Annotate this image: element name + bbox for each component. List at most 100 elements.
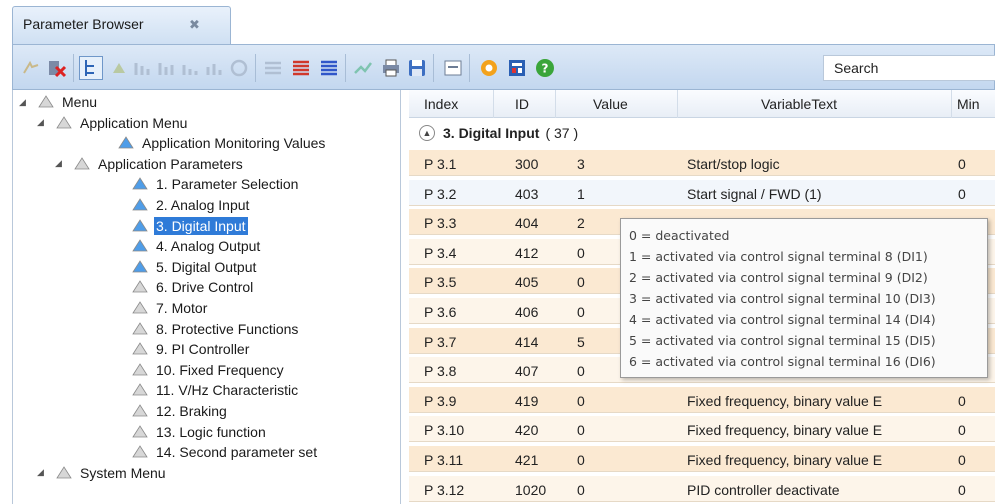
table-row[interactable]: P 3.12 1020 0 PID controller deactivate 0	[409, 475, 995, 502]
print-icon[interactable]	[379, 56, 403, 80]
group-title: 3. Digital Input	[443, 125, 540, 141]
folder-icon	[73, 155, 96, 173]
cell-text: Start/stop logic	[687, 156, 780, 172]
tree-item-label: 3. Digital Input	[154, 216, 248, 235]
tree-item[interactable]: 13. Logic function	[125, 422, 268, 442]
tree-item-label: System Menu	[80, 464, 166, 481]
close-icon[interactable]: ✖	[189, 17, 200, 33]
tree-item[interactable]: ◢ Application Parameters	[55, 154, 245, 174]
tooltip-line: 1 = activated via control signal termina…	[629, 249, 928, 264]
cell-text: Fixed frequency, binary value E	[687, 452, 883, 468]
list-gray-icon[interactable]	[261, 56, 285, 80]
folder-icon	[131, 320, 154, 338]
tree-item-label: 6. Drive Control	[156, 279, 254, 296]
tree-item[interactable]: 12. Braking	[125, 401, 229, 421]
help-icon[interactable]: ?	[533, 56, 557, 80]
window-icon[interactable]	[441, 56, 465, 80]
cell-id: 407	[515, 363, 539, 380]
cell-value: 0	[577, 304, 585, 320]
chart-icon[interactable]	[351, 56, 375, 80]
expand-arrow-icon[interactable]: ◢	[19, 97, 31, 108]
tooltip-line: 4 = activated via control signal termina…	[629, 312, 936, 327]
folder-icon	[131, 299, 154, 317]
tree-view-icon[interactable]	[79, 56, 103, 80]
refresh-icon[interactable]	[227, 56, 251, 80]
tree-item[interactable]: 3. Digital Input	[125, 216, 248, 236]
tree-item[interactable]: 9. PI Controller	[125, 339, 251, 359]
cell-min: 0	[958, 452, 966, 468]
tree-item[interactable]: 14. Second parameter set	[125, 442, 319, 462]
tree-item[interactable]: 2. Analog Input	[125, 195, 251, 215]
download-icon[interactable]	[155, 56, 179, 80]
save-icon[interactable]	[405, 56, 429, 80]
tree-item[interactable]: 7. Motor	[125, 298, 209, 318]
folder-icon	[131, 175, 154, 193]
cell-index: P 3.4	[424, 244, 457, 261]
export-icon[interactable]	[203, 56, 227, 80]
cell-index: P 3.12	[424, 481, 465, 498]
tree-item[interactable]: 8. Protective Functions	[125, 319, 300, 339]
tree-item-label: 12. Braking	[156, 403, 227, 419]
tree-item[interactable]: ◢ Menu	[19, 92, 99, 112]
search-input[interactable]: Search	[823, 55, 995, 81]
tree-item-label: 9. PI Controller	[156, 341, 250, 358]
cell-value: 0	[577, 363, 585, 380]
table-row[interactable]: P 3.9 419 0 Fixed frequency, binary value E…	[409, 386, 995, 413]
cell-id: 300	[515, 156, 539, 172]
delete-icon[interactable]	[45, 56, 69, 80]
tree-item[interactable]: 10. Fixed Frequency	[125, 360, 286, 380]
collapse-icon[interactable]: ▲	[419, 125, 435, 141]
cell-text: Start signal / FWD (1)	[687, 185, 822, 202]
table-row[interactable]: P 3.1 300 3 Start/stop logic 0	[409, 150, 995, 176]
cell-min: 0	[958, 422, 966, 439]
cell-value: 2	[577, 215, 585, 232]
folder-icon	[131, 217, 154, 235]
tree-item-label: Application Monitoring Values	[142, 135, 326, 152]
cell-value: 0	[577, 452, 585, 468]
calculator-icon[interactable]	[505, 56, 529, 80]
tree-item[interactable]: Application Monitoring Values	[99, 133, 327, 153]
tree-item[interactable]: 5. Digital Output	[125, 257, 258, 277]
cell-id: 419	[515, 392, 539, 409]
tree-item-label: 7. Motor	[156, 300, 208, 316]
tree-panel: ◢ Menu ◢ Application Menu Application Monito…	[12, 90, 401, 504]
col-id[interactable]: ID	[515, 96, 529, 112]
tree-item-label: Application Parameters	[98, 155, 243, 172]
col-variabletext[interactable]: VariableText	[761, 96, 837, 112]
group-header[interactable]: ▲ 3. Digital Input ( 37 )	[409, 120, 995, 146]
tree-item[interactable]: 11. V/Hz Characteristic	[125, 380, 300, 400]
table-row[interactable]: P 3.2 403 1 Start signal / FWD (1) 0	[409, 179, 995, 206]
arrow-icon[interactable]	[19, 56, 43, 80]
settings-icon[interactable]	[477, 56, 501, 80]
tree-item[interactable]: 1. Parameter Selection	[125, 174, 300, 194]
upload-icon[interactable]	[107, 56, 131, 80]
expand-arrow-icon[interactable]: ◢	[55, 158, 67, 169]
col-index[interactable]: Index	[424, 96, 458, 112]
expand-arrow-icon[interactable]: ◢	[37, 117, 49, 128]
folder-icon	[131, 361, 154, 379]
tree-item[interactable]: 4. Analog Output	[125, 236, 262, 256]
cell-index: P 3.11	[424, 452, 464, 468]
cell-text: Fixed frequency, binary value E	[687, 392, 883, 409]
tree-item[interactable]: 6. Drive Control	[125, 277, 255, 297]
table-row[interactable]: P 3.11 421 0 Fixed frequency, binary value …	[409, 446, 995, 472]
col-min[interactable]: Min	[957, 96, 980, 112]
tree-item-label: 11. V/Hz Characteristic	[156, 382, 299, 399]
list-red-icon[interactable]	[289, 56, 313, 80]
cell-text: PID controller deactivate	[687, 481, 840, 498]
cell-index: P 3.9	[424, 392, 457, 409]
folder-icon	[55, 114, 78, 132]
table-row[interactable]: P 3.10 420 0 Fixed frequency, binary value …	[409, 416, 995, 443]
cell-id: 420	[515, 422, 539, 439]
compare-icon[interactable]	[131, 56, 155, 80]
folder-icon	[55, 464, 78, 482]
cell-value: 0	[577, 244, 585, 261]
col-value[interactable]: Value	[593, 96, 628, 112]
tree-item[interactable]: ◢ Application Menu	[37, 113, 189, 133]
tree-item[interactable]: ◢ System Menu	[37, 463, 168, 483]
import-icon[interactable]	[179, 56, 203, 80]
expand-arrow-icon[interactable]: ◢	[37, 467, 49, 478]
tab-parameter-browser[interactable]: Parameter Browser ✖	[12, 6, 231, 44]
cell-index: P 3.6	[424, 304, 457, 320]
list-blue-icon[interactable]	[317, 56, 341, 80]
